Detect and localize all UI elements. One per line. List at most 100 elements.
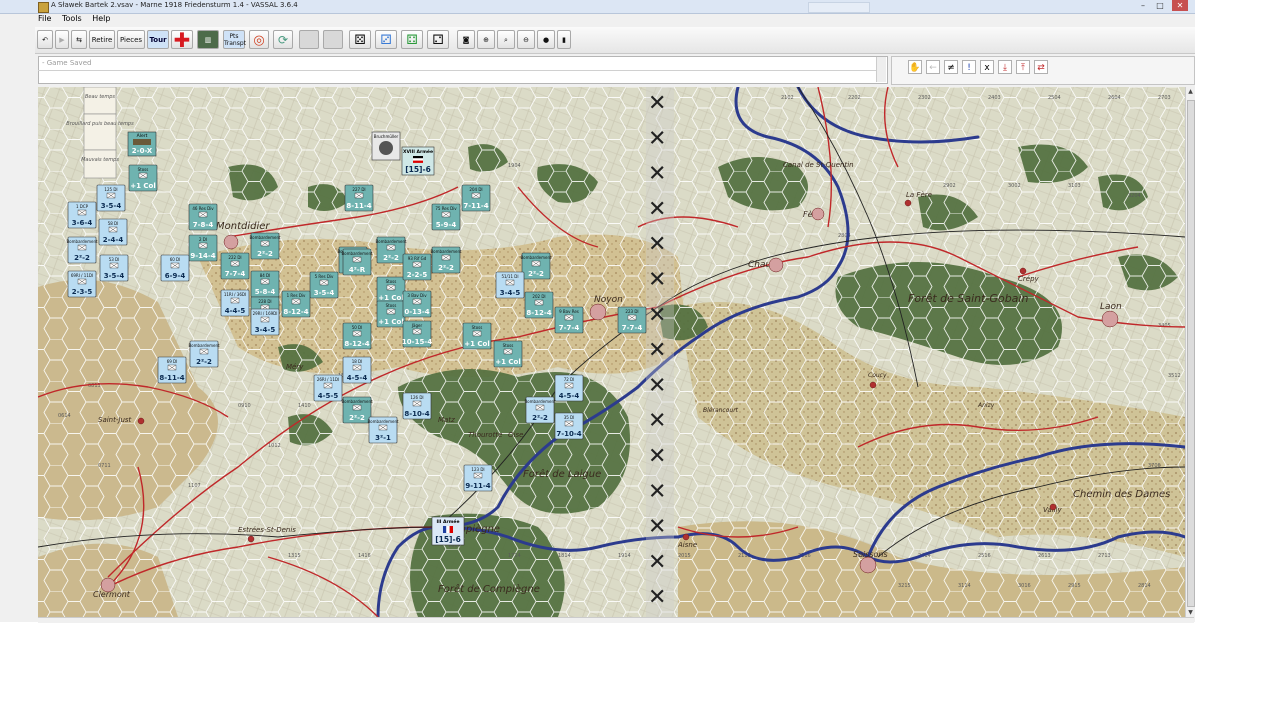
dice-button-4[interactable]: ⚁ <box>427 30 449 49</box>
maximize-button[interactable]: □ <box>1152 0 1168 11</box>
palette-adjust-button[interactable]: ≠ <box>944 60 958 74</box>
undo-icon: ↶ <box>42 36 48 44</box>
unit-counter[interactable]: 5 Res Div 3-5-4 <box>309 271 339 299</box>
dice-button-2[interactable]: ⚂ <box>375 30 397 49</box>
unit-counter[interactable]: Bombardement 2²-2 <box>524 396 556 424</box>
unit-counter[interactable]: 123 DI 9-11-4 <box>463 464 493 492</box>
unit-counter[interactable]: Stoss+1 Col <box>128 164 158 192</box>
unit-counter[interactable]: 223 DI 7-7-4 <box>617 306 647 334</box>
unit-counter[interactable]: Bombardement 2²-2 <box>188 340 220 368</box>
unit-counter[interactable]: Bombardement 2²-2 <box>66 236 98 264</box>
unit-counter[interactable]: 227 DI 8-11-4 <box>344 184 374 212</box>
alert-counter[interactable]: Alert 2-0-X <box>127 131 157 157</box>
army-hq-counter[interactable]: III Armée [15]-6 <box>431 516 465 546</box>
zoom-select-button[interactable]: ⌕ <box>497 30 515 49</box>
disabled-tool-2[interactable] <box>323 30 343 49</box>
palette-export-button[interactable]: ⤒ <box>1016 60 1030 74</box>
unit-counter[interactable]: Bombardement 2²-2 <box>375 236 407 264</box>
palette-back-button[interactable]: ← <box>926 60 940 74</box>
unit-counter[interactable]: Bombardement 2²-2 <box>430 246 462 274</box>
unit-counter[interactable]: 69RI / 11DI 2-3-5 <box>67 270 97 298</box>
scroll-down-icon[interactable]: ▼ <box>1186 608 1195 617</box>
blocked-hex-marker: ✕ <box>648 91 666 116</box>
unit-counter[interactable]: 75 Res Div 5-9-4 <box>431 203 461 231</box>
counter-title: Bombardement <box>249 235 281 240</box>
game-map[interactable]: 2102 2202 2302 2403 2504 2604 2703 2804 2902 3002… <box>38 87 1185 617</box>
transport-points-button[interactable]: Pts Transpt <box>223 30 246 49</box>
unit-counter[interactable]: 204 DI 7-11-4 <box>461 184 491 212</box>
overview-button[interactable]: ● <box>537 30 555 49</box>
unit-counter[interactable]: Stoss+1 Col <box>376 276 406 304</box>
unit-counter[interactable]: 9 Bav Res 7-7-4 <box>554 306 584 334</box>
palette-swap-button[interactable]: ⇄ <box>1034 60 1048 74</box>
menu-help[interactable]: Help <box>92 14 110 23</box>
scroll-up-icon[interactable]: ▲ <box>1186 87 1195 96</box>
unit-counter[interactable]: Stoss+1 Col <box>376 300 406 328</box>
unit-counter[interactable]: Bombardement 3²-1 <box>367 416 399 444</box>
unit-counter[interactable]: 53 DI 3-5-4 <box>99 254 129 282</box>
unit-counter[interactable]: Bombardement 4²-R <box>341 248 373 276</box>
unit-counter[interactable]: 72 DI 4-5-4 <box>554 374 584 402</box>
unit-counter[interactable]: 58 DI 2-4-4 <box>98 218 128 246</box>
unit-counter[interactable]: 93 Rif Gd 2-2-5 <box>402 253 432 281</box>
chat-input[interactable] <box>38 70 886 83</box>
unit-counter[interactable]: 11RI / 36DI 4-4-5 <box>220 289 250 317</box>
reinforcements-button[interactable]: ▥ <box>197 30 219 49</box>
camera-button[interactable]: ◙ <box>457 30 475 49</box>
undo-button[interactable]: ↶ <box>37 30 53 49</box>
unit-counter[interactable]: 126 DI 8-10-4 <box>402 392 432 420</box>
unit-counter[interactable]: Stoss+1 Col <box>493 340 523 368</box>
chat-scrollbar[interactable] <box>876 57 886 82</box>
counter-title: 1 Res Div <box>287 293 306 298</box>
pieces-button[interactable]: Pieces <box>117 30 145 49</box>
unit-counter[interactable]: 18 DI 4-5-4 <box>342 356 372 384</box>
unit-counter[interactable]: 46 Res Div 7-8-4 <box>188 203 218 231</box>
zoom-out-button[interactable]: ⊖ <box>517 30 535 49</box>
dice-button-3[interactable]: ⚃ <box>401 30 423 49</box>
unit-counter[interactable]: 1 Res Div 8-12-4 <box>281 290 311 318</box>
tour-button[interactable]: Tour <box>147 30 169 49</box>
counter-stack-button[interactable]: ▮ <box>557 30 571 49</box>
palette-import-button[interactable]: ⤓ <box>998 60 1012 74</box>
flip-button[interactable]: ⇆ <box>71 30 87 49</box>
unit-counter[interactable]: 1 DCP 3-6-4 <box>67 201 97 229</box>
zoom-in-button[interactable]: ⊕ <box>477 30 495 49</box>
palette-hand-button[interactable]: ✋ <box>908 60 922 74</box>
map-horizontal-scrollbar[interactable] <box>38 617 1194 623</box>
menu-tools[interactable]: Tools <box>62 14 82 23</box>
unit-counter[interactable]: 60 DI 6-9-4 <box>160 254 190 282</box>
unit-counter[interactable]: 202 DI 8-12-4 <box>524 291 554 319</box>
unit-counter[interactable]: 2 DI 9-14-4 <box>188 234 218 262</box>
unit-counter[interactable]: 69 DI 8-11-4 <box>157 356 187 384</box>
refresh-button[interactable]: ⟳ <box>273 30 293 49</box>
leader-counter[interactable]: Bruchmüller <box>371 131 401 161</box>
palette-info-button[interactable]: ! <box>962 60 976 74</box>
close-button[interactable]: ✕ <box>1172 0 1188 11</box>
retire-button[interactable]: Retire <box>89 30 115 49</box>
palette-delete-button[interactable]: x <box>980 60 994 74</box>
disabled-tool-1[interactable] <box>299 30 319 49</box>
unit-counter[interactable]: Bombardement 2²-2 <box>249 232 281 260</box>
casualties-button[interactable]: ✚ <box>171 30 193 50</box>
map-vertical-scrollbar[interactable]: ▲ ▼ <box>1185 87 1195 617</box>
scroll-thumb[interactable] <box>1187 100 1195 607</box>
unit-counter[interactable]: 35 DI 7-10-4 <box>554 412 584 440</box>
counter-title: 51/11 DI <box>501 274 518 279</box>
menu-file[interactable]: File <box>38 14 51 23</box>
unit-counter[interactable]: 50 DI 8-12-4 <box>342 322 372 350</box>
unit-counter[interactable]: Stoss+1 Col <box>462 322 492 350</box>
unit-counter[interactable]: 3 Bav Div 0-13-4 <box>402 290 432 318</box>
unit-counter[interactable]: Jäger 10-15-4 <box>402 320 432 348</box>
minimize-button[interactable]: – <box>1135 0 1151 11</box>
unit-counter[interactable]: 222 DI 7-7-4 <box>220 252 250 280</box>
step-forward-button[interactable]: ▶ <box>55 30 69 49</box>
unit-counter[interactable]: 51/11 DI 3-4-5 <box>495 271 525 299</box>
unit-counter[interactable]: Bombardement 2²-2 <box>520 252 552 280</box>
unit-counter[interactable]: 125 DI 3-5-4 <box>96 184 126 212</box>
army-hq-counter[interactable]: XVIII Armée [15]-6 <box>401 146 435 176</box>
target-button[interactable]: ◎ <box>249 30 269 49</box>
dice-button-1[interactable]: ⚄ <box>349 30 371 49</box>
unit-counter[interactable]: 29RI / 169DI 3-4-5 <box>250 308 280 336</box>
unit-counter[interactable]: 84 DI 5-8-4 <box>250 270 280 298</box>
unit-counter[interactable]: 26RI / 11DI 4-5-5 <box>313 374 343 402</box>
